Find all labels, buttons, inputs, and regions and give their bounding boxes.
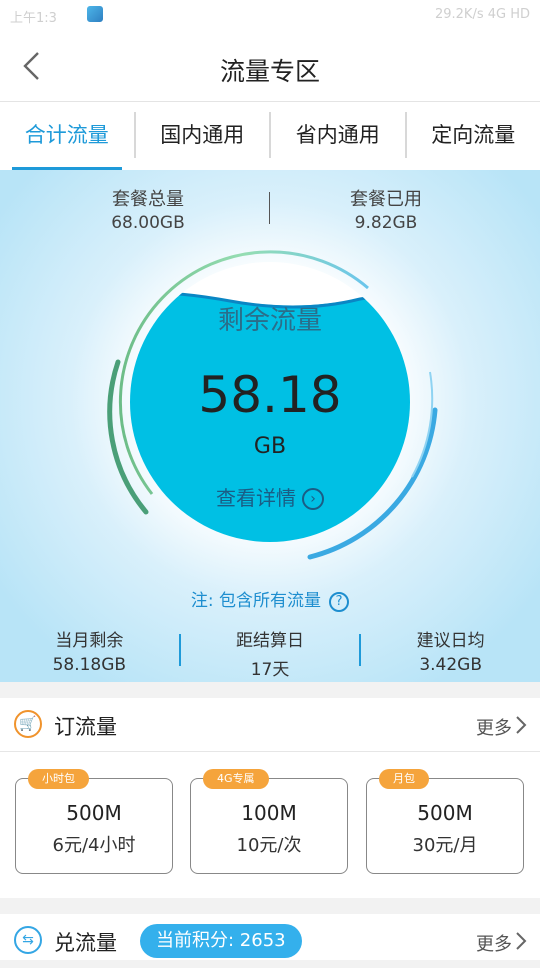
- app-header: 流量专区: [0, 30, 540, 102]
- stat-month-remaining: 当月剩余 58.18GB: [0, 626, 179, 680]
- page-title: 流量专区: [0, 52, 540, 88]
- view-details-label: 查看详情: [216, 486, 296, 510]
- package-card[interactable]: 4G专属 100M 10元/次: [190, 778, 348, 874]
- traffic-stats: 当月剩余 58.18GB 距结算日 17天 建议日均 3.42GB: [0, 626, 540, 680]
- package-price: 30元/月: [367, 831, 523, 857]
- package-total-value: 68.00GB: [48, 213, 248, 233]
- package-amount: 500M: [367, 801, 523, 825]
- tab-total-traffic[interactable]: 合计流量: [0, 102, 134, 170]
- remaining-label: 剩余流量: [130, 300, 410, 337]
- package-total-label: 套餐总量: [48, 185, 248, 211]
- package-total: 套餐总量 68.00GB: [48, 185, 248, 233]
- stat-value: 58.18GB: [0, 655, 179, 675]
- exchange-section-title: 兑流量: [54, 927, 117, 957]
- exchange-traffic-section: ⇆ 兑流量 当前积分: 2653 更多: [0, 914, 540, 960]
- points-badge: 当前积分: 2653: [140, 924, 302, 958]
- package-card[interactable]: 月包 500M 30元/月: [366, 778, 524, 874]
- chevron-right-icon: [514, 931, 528, 951]
- package-used-label: 套餐已用: [286, 185, 486, 211]
- stat-label: 当月剩余: [0, 626, 179, 651]
- stat-label: 距结算日: [181, 626, 360, 651]
- cart-icon: 🛒: [14, 710, 42, 738]
- view-details-link[interactable]: 查看详情 ›: [130, 482, 410, 511]
- package-cards: 小时包 500M 6元/4小时 4G专属 100M 10元/次 月包 500M …: [0, 752, 540, 898]
- order-section-header: 🛒 订流量 更多: [0, 698, 540, 752]
- stat-daily-suggestion: 建议日均 3.42GB: [361, 626, 540, 680]
- traffic-overview-panel: 套餐总量 68.00GB 套餐已用 9.82GB 剩余流量 58.18 GB: [0, 170, 540, 682]
- package-amount: 100M: [191, 801, 347, 825]
- order-more-link[interactable]: 更多: [476, 714, 512, 740]
- stat-days-to-settlement: 距结算日 17天: [181, 626, 360, 680]
- exchange-more-link[interactable]: 更多: [476, 930, 512, 956]
- package-price: 6元/4小时: [16, 831, 172, 857]
- remaining-value: 58.18: [130, 366, 410, 424]
- package-price: 10元/次: [191, 831, 347, 857]
- package-tag: 4G专属: [203, 769, 269, 789]
- package-amount: 500M: [16, 801, 172, 825]
- package-divider: [269, 192, 270, 224]
- tab-domestic[interactable]: 国内通用: [136, 102, 270, 170]
- package-tag: 月包: [379, 769, 429, 789]
- tab-provincial[interactable]: 省内通用: [271, 102, 405, 170]
- package-used: 套餐已用 9.82GB: [286, 185, 486, 233]
- note-text: 注: 包含所有流量: [191, 591, 321, 611]
- tab-directed[interactable]: 定向流量: [407, 102, 540, 170]
- order-traffic-section: 🛒 订流量 更多 小时包 500M 6元/4小时 4G专属 100M 10元/次…: [0, 698, 540, 898]
- stat-label: 建议日均: [361, 626, 540, 651]
- stat-value: 3.42GB: [361, 655, 540, 675]
- stat-value: 17天: [181, 655, 360, 680]
- chevron-right-icon: [514, 715, 528, 735]
- status-indicators: 29.2K/s 4G HD: [435, 7, 530, 22]
- order-section-title: 订流量: [54, 711, 117, 741]
- chevron-right-circle-icon: ›: [302, 488, 324, 510]
- status-bar: 上午1:3 29.2K/s 4G HD: [0, 0, 540, 30]
- status-time: 上午1:3: [10, 7, 57, 26]
- remaining-unit: GB: [130, 434, 410, 459]
- traffic-note: 注: 包含所有流量?: [0, 586, 540, 612]
- app-notification-icon: [86, 5, 104, 23]
- package-card[interactable]: 小时包 500M 6元/4小时: [15, 778, 173, 874]
- package-tag: 小时包: [28, 769, 89, 789]
- help-icon[interactable]: ?: [329, 592, 349, 612]
- exchange-icon: ⇆: [14, 926, 42, 954]
- package-used-value: 9.82GB: [286, 213, 486, 233]
- tab-bar: 合计流量 国内通用 省内通用 定向流量: [0, 102, 540, 170]
